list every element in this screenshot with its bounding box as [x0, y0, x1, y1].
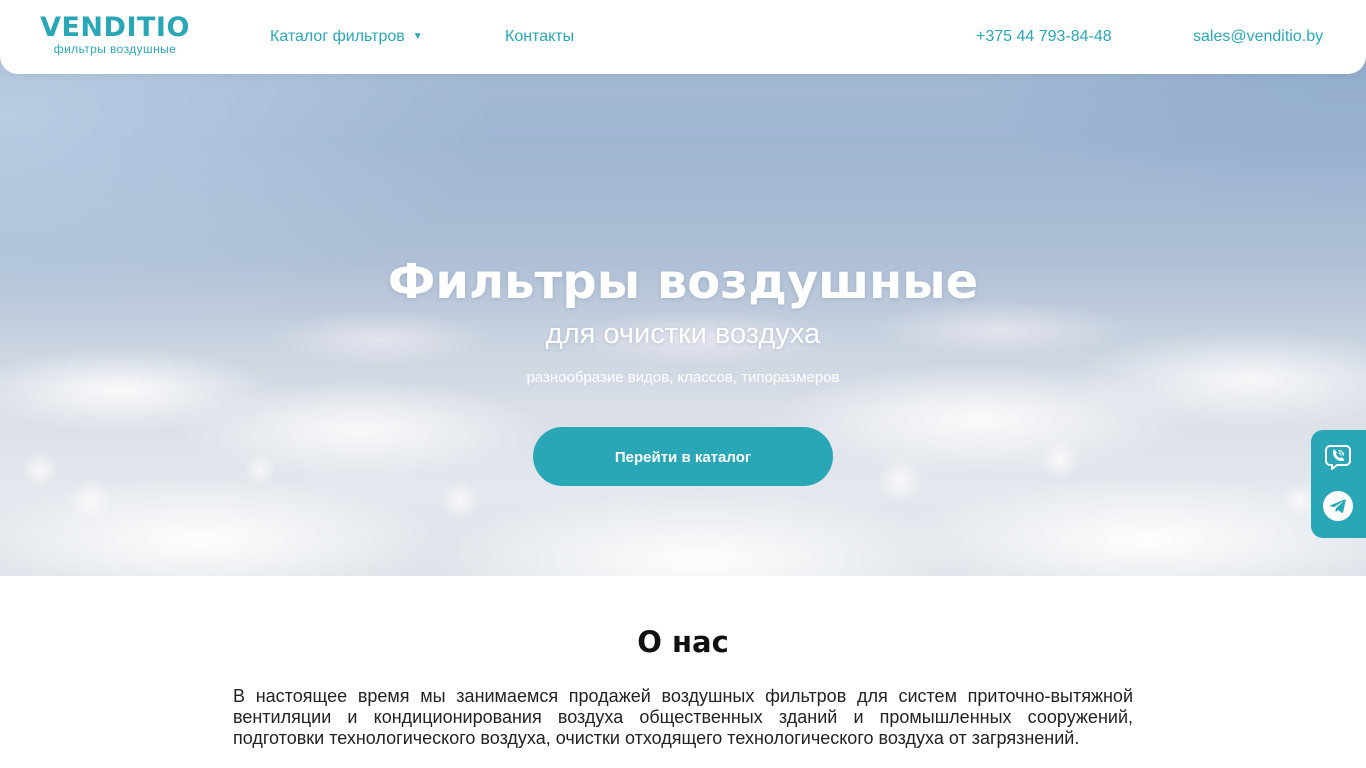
caret-down-icon: ▼	[412, 31, 423, 42]
nav-catalog-dropdown[interactable]: Каталог фильтров ▼	[270, 27, 423, 49]
about-title: О нас	[637, 625, 729, 659]
hero-section: Фильтры воздушные для очистки воздуха ра…	[0, 0, 1366, 576]
nav-contacts-link[interactable]: Контакты	[505, 27, 574, 47]
about-text: В настоящее время мы занимаемся продажей…	[233, 686, 1133, 748]
viber-icon[interactable]	[1322, 441, 1354, 473]
phone-link[interactable]: +375 44 793-84-48	[976, 27, 1112, 47]
telegram-icon[interactable]	[1322, 490, 1354, 522]
messenger-widget	[1311, 430, 1366, 538]
logo-brand: VENDITIO	[40, 12, 190, 43]
hero-tagline: разнообразие видов, классов, типоразмеро…	[526, 369, 840, 386]
site-header: VENDITIO фильтры воздушные Каталог фильт…	[0, 0, 1366, 74]
email-link[interactable]: sales@venditio.by	[1193, 27, 1323, 47]
logo[interactable]: VENDITIO фильтры воздушные	[40, 13, 190, 57]
hero-title: Фильтры воздушные	[387, 254, 979, 310]
hero-subtitle: для очистки воздуха	[545, 318, 821, 350]
logo-tagline: фильтры воздушные	[53, 42, 177, 56]
go-to-catalog-button[interactable]: Перейти в каталог	[533, 427, 833, 486]
nav-catalog-label: Каталог фильтров	[270, 28, 405, 45]
